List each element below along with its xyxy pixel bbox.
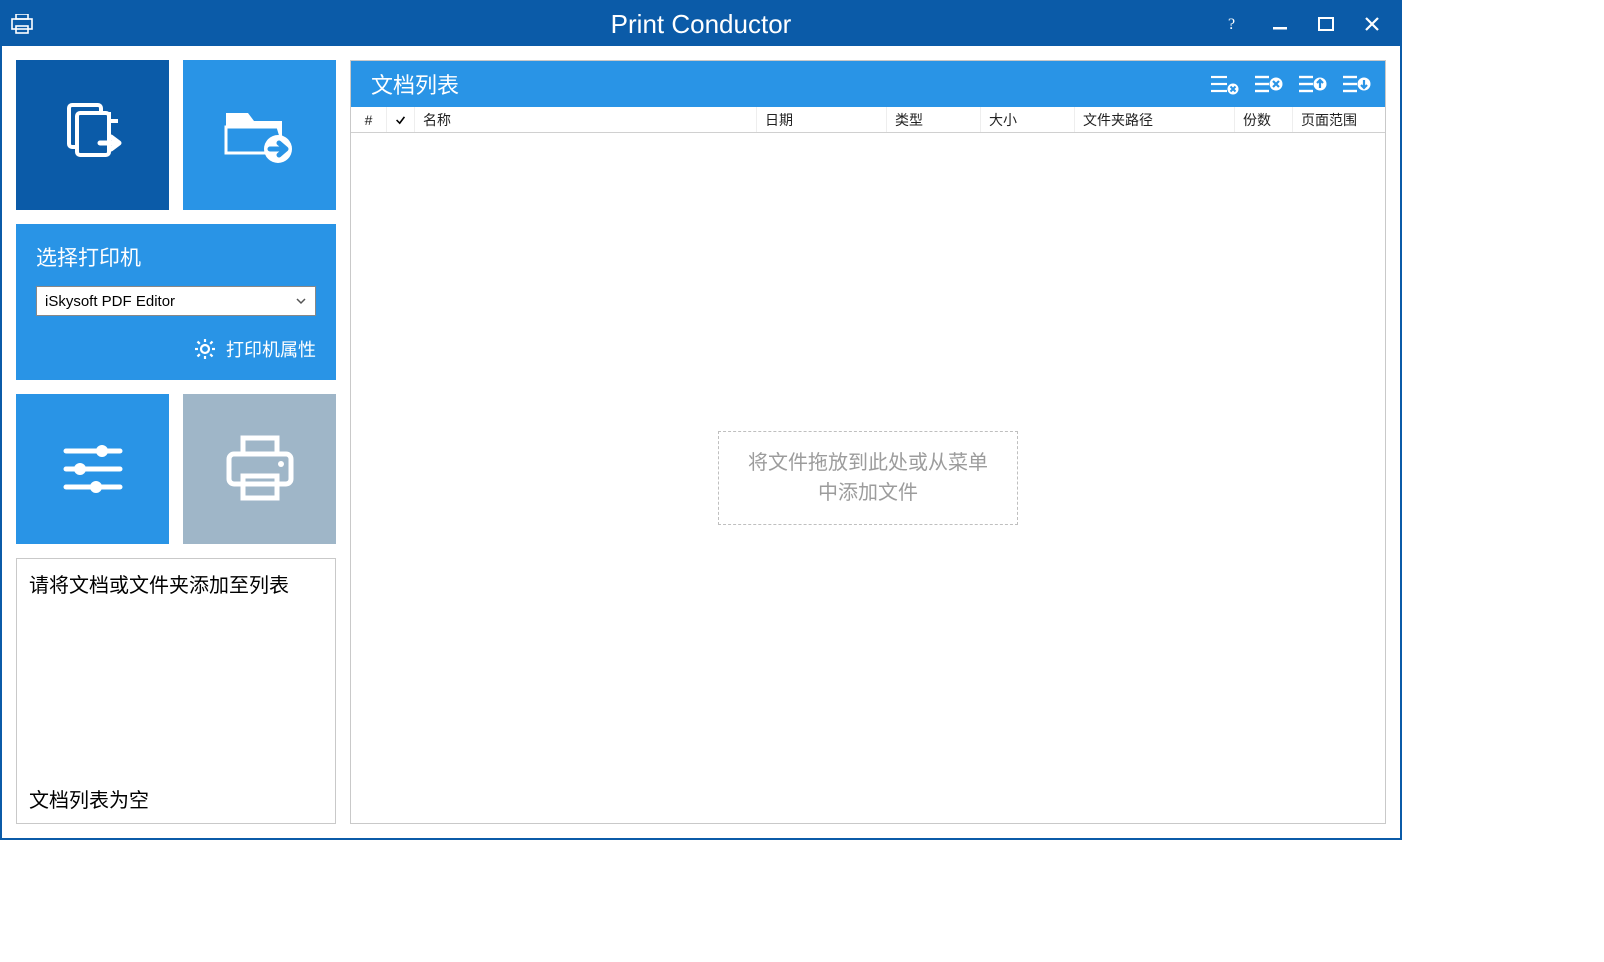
help-button[interactable]: ?	[1224, 14, 1244, 34]
svg-text:?: ?	[1228, 16, 1235, 33]
drop-area[interactable]: 将文件拖放到此处或从菜单中添加文件	[351, 133, 1385, 823]
drop-hint: 将文件拖放到此处或从菜单中添加文件	[718, 431, 1018, 525]
close-button[interactable]	[1362, 14, 1382, 34]
status-panel: 请将文档或文件夹添加至列表 文档列表为空	[16, 558, 336, 824]
printer-properties-label: 打印机属性	[226, 336, 316, 362]
window-controls: ?	[1224, 14, 1400, 34]
app-window: Print Conductor ?	[0, 0, 1402, 840]
document-list-header: 文档列表	[351, 61, 1385, 107]
remove-selected-button[interactable]	[1253, 72, 1283, 96]
printer-selected-value: iSkysoft PDF Editor	[45, 293, 175, 310]
col-date[interactable]: 日期	[757, 107, 887, 132]
col-size[interactable]: 大小	[981, 107, 1075, 132]
action-tiles-row	[16, 394, 336, 544]
body: 选择打印机 iSkysoft PDF Editor	[2, 46, 1400, 838]
move-up-button[interactable]	[1297, 72, 1327, 96]
add-folder-button[interactable]	[183, 60, 336, 210]
list-toolbar	[1209, 72, 1371, 96]
window-title: Print Conductor	[611, 9, 792, 40]
print-button	[183, 394, 336, 544]
column-headers: # 名称 日期 类型 大小 文件夹路径 份数 页面范围	[351, 107, 1385, 133]
col-copies[interactable]: 份数	[1235, 107, 1293, 132]
document-list-panel: 文档列表	[350, 60, 1386, 824]
col-name[interactable]: 名称	[415, 107, 757, 132]
minimize-button[interactable]	[1270, 14, 1290, 34]
sidebar: 选择打印机 iSkysoft PDF Editor	[16, 60, 336, 824]
clear-list-button[interactable]	[1209, 72, 1239, 96]
titlebar: Print Conductor ?	[2, 2, 1400, 46]
status-instruction: 请将文档或文件夹添加至列表	[29, 569, 323, 598]
app-icon	[2, 14, 42, 34]
col-check[interactable]	[387, 107, 415, 132]
document-list-title: 文档列表	[371, 68, 459, 100]
printer-panel-title: 选择打印机	[36, 242, 316, 272]
printer-select[interactable]: iSkysoft PDF Editor	[36, 286, 316, 316]
maximize-button[interactable]	[1316, 14, 1336, 34]
col-range[interactable]: 页面范围	[1293, 107, 1385, 132]
chevron-down-icon	[295, 295, 307, 307]
col-path[interactable]: 文件夹路径	[1075, 107, 1235, 132]
add-tiles-row	[16, 60, 336, 210]
move-down-button[interactable]	[1341, 72, 1371, 96]
gear-icon	[194, 338, 216, 360]
settings-button[interactable]	[16, 394, 169, 544]
add-files-button[interactable]	[16, 60, 169, 210]
status-empty: 文档列表为空	[29, 784, 323, 813]
col-number[interactable]: #	[351, 107, 387, 132]
col-type[interactable]: 类型	[887, 107, 981, 132]
printer-properties-button[interactable]: 打印机属性	[36, 336, 316, 362]
printer-panel: 选择打印机 iSkysoft PDF Editor	[16, 224, 336, 380]
